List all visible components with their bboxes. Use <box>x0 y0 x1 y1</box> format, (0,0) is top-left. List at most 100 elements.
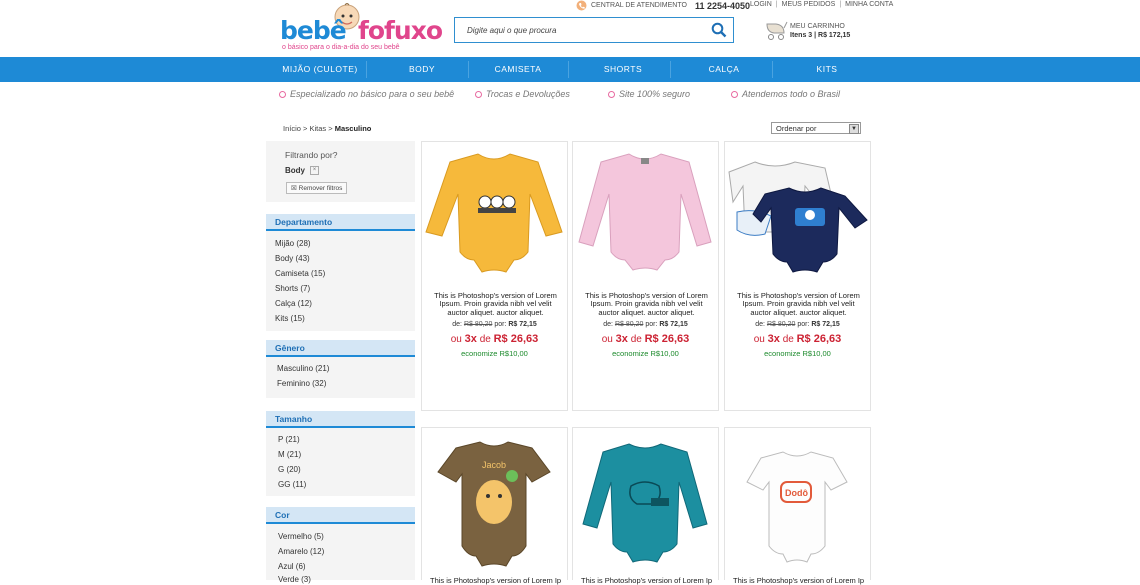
product-card[interactable]: This is Photoshop's version of Lorem Ips… <box>421 141 568 411</box>
benefit-text: Atendemos todo o Brasil <box>742 89 841 99</box>
order-by-label: Ordenar por <box>776 124 817 133</box>
cart-summary: Itens 3 | R$ 172,15 <box>790 32 851 39</box>
new-price: R$ 72,15 <box>811 321 840 328</box>
facet-item[interactable]: Camiseta (15) <box>275 269 325 278</box>
facet-item[interactable]: Amarelo (12) <box>278 547 324 556</box>
product-card[interactable]: This is Photoshop's version of Lorem Ips… <box>572 141 719 411</box>
breadcrumb-home[interactable]: Início > <box>283 124 307 133</box>
product-image[interactable]: Jacob <box>422 428 567 573</box>
bullet-icon <box>279 90 286 98</box>
product-image[interactable] <box>422 142 567 282</box>
product-description[interactable]: This is Photoshop's version of Lorem Ips… <box>733 291 864 317</box>
facet-item[interactable]: Kits (15) <box>275 314 305 323</box>
product-card[interactable]: Dodô This is Photoshop's version of Lore… <box>724 427 871 585</box>
product-image[interactable] <box>573 142 718 282</box>
product-card[interactable]: This is Photoshop's version of Lorem Ips… <box>572 427 719 585</box>
close-icon: ☒ <box>291 185 297 192</box>
baby-stroller-icon <box>766 21 788 40</box>
facet-tamanho: Tamanho P (21) M (21) G (20) GG (11) <box>266 411 415 496</box>
facet-item[interactable]: P (21) <box>278 435 300 444</box>
facet-item[interactable]: Vermelho (5) <box>278 532 324 541</box>
search-input[interactable] <box>455 18 707 42</box>
facet-item[interactable]: Calça (12) <box>275 299 312 308</box>
bullet-icon <box>475 90 482 98</box>
facet-item[interactable]: GG (11) <box>278 480 306 489</box>
svg-text:Dodô: Dodô <box>785 488 808 498</box>
service-info: CENTRAL DE ATENDIMENTO 11 2254-4050 <box>576 0 750 11</box>
nav-mijao[interactable]: MIJÃO (CULOTE) <box>270 57 370 82</box>
search-box <box>454 17 734 43</box>
bullet-icon <box>608 90 615 98</box>
breadcrumb-current: Masculino <box>334 124 372 133</box>
facet-title: Tamanho <box>266 411 415 428</box>
price-line: de: R$ 80,20 por: R$ 72,15 <box>755 321 840 328</box>
product-description[interactable]: This is Photoshop's version of Lorem Ips… <box>581 576 712 585</box>
benefit-text: Site 100% seguro <box>619 89 691 99</box>
installment-price: R$ 26,63 <box>644 333 690 345</box>
facet-item[interactable]: Mijão (28) <box>275 239 311 248</box>
remove-filter-icon[interactable]: × <box>310 166 319 176</box>
facet-item[interactable]: M (21) <box>278 450 301 459</box>
benefit-trocas: Trocas e Devoluções <box>475 89 570 99</box>
product-card[interactable]: Jacob This is Photoshop's version of Lor… <box>421 427 568 585</box>
order-by-select[interactable]: Ordenar por ▼ <box>771 122 861 134</box>
product-description[interactable]: This is Photoshop's version of Lorem Ips… <box>733 576 864 585</box>
installment-line: ou 3x de R$ 26,63 <box>601 333 690 345</box>
nav-kits[interactable]: KITS <box>777 57 877 82</box>
login-link[interactable]: LOGIN <box>750 1 772 8</box>
savings-text: economize R$10,00 <box>764 349 831 358</box>
remove-filters-label: Remover filtros <box>298 185 343 192</box>
product-image[interactable] <box>725 142 870 282</box>
old-price: R$ 80,20 <box>463 321 493 328</box>
bullet-icon <box>731 90 738 98</box>
logo-word-1: bebê <box>280 16 347 45</box>
mini-cart[interactable]: MEU CARRINHO Itens 3 | R$ 172,15 <box>764 20 874 42</box>
product-image[interactable] <box>573 428 718 573</box>
installment-price: R$ 26,63 <box>493 333 539 345</box>
product-card[interactable]: This is Photoshop's version of Lorem Ips… <box>724 141 871 411</box>
product-description[interactable]: This is Photoshop's version of Lorem Ips… <box>581 291 712 317</box>
remove-filters-button[interactable]: ☒ Remover filtros <box>286 182 348 194</box>
facet-genero: Gênero Masculino (21) Feminino (32) <box>266 340 415 398</box>
active-filter-tag: Body × <box>285 166 319 176</box>
product-description[interactable]: This is Photoshop's version of Lorem Ips… <box>430 291 561 317</box>
old-price: R$ 80,20 <box>614 321 644 328</box>
facet-title: Cor <box>266 507 415 524</box>
nav-shorts[interactable]: SHORTS <box>573 57 673 82</box>
benefit-brasil: Atendemos todo o Brasil <box>731 89 840 99</box>
nav-calca[interactable]: CALÇA <box>674 57 774 82</box>
facet-departamento: Departamento Mijão (28) Body (43) Camise… <box>266 214 415 331</box>
savings-text: economize R$10,00 <box>612 349 679 358</box>
facet-item[interactable]: Feminino (32) <box>277 379 326 388</box>
new-price: R$ 72,15 <box>659 321 688 328</box>
my-orders-link[interactable]: MEUS PEDIDOS <box>782 1 836 8</box>
breadcrumb-kitas[interactable]: Kitas > <box>309 124 332 133</box>
installment-line: ou 3x de R$ 26,63 <box>450 333 539 345</box>
facet-item[interactable]: Shorts (7) <box>275 284 310 293</box>
savings-text: economize R$10,00 <box>461 349 528 358</box>
nav-camiseta[interactable]: CAMISETA <box>468 57 568 82</box>
facet-item[interactable]: Body (43) <box>275 254 310 263</box>
logo-tagline: o básico para o dia-a-dia do seu bebê <box>282 44 400 51</box>
phone-icon <box>576 0 587 11</box>
benefit-text: Especializado no básico para o seu bebê <box>290 89 455 99</box>
facet-item[interactable]: Masculino (21) <box>277 364 329 373</box>
service-label: CENTRAL DE ATENDIMENTO <box>591 2 687 9</box>
price-line: de: R$ 80,20 por: R$ 72,15 <box>452 321 537 328</box>
main-nav: MIJÃO (CULOTE) BODY CAMISETA SHORTS CALÇ… <box>0 57 1140 82</box>
installment-price: R$ 26,63 <box>796 333 842 345</box>
brand-logo[interactable]: bebê fofuxo o básico para o dia-a-dia do… <box>280 2 443 54</box>
benefit-seguro: Site 100% seguro <box>608 89 690 99</box>
nav-body[interactable]: BODY <box>372 57 472 82</box>
my-account-link[interactable]: MINHA CONTA <box>845 1 893 8</box>
product-image[interactable]: Dodô <box>725 428 870 573</box>
active-filters: Filtrando por? Body × ☒ Remover filtros <box>266 141 415 202</box>
facet-item[interactable]: Azul (6) <box>278 562 306 571</box>
price-line: de: R$ 80,20 por: R$ 72,15 <box>603 321 688 328</box>
search-icon[interactable] <box>711 22 727 38</box>
active-filter-label: Body <box>285 166 305 175</box>
installment-line: ou 3x de R$ 26,63 <box>753 333 842 345</box>
product-description[interactable]: This is Photoshop's version of Lorem Ips… <box>430 576 561 585</box>
facet-item[interactable]: G (20) <box>278 465 301 474</box>
cart-label: MEU CARRINHO <box>790 23 845 30</box>
